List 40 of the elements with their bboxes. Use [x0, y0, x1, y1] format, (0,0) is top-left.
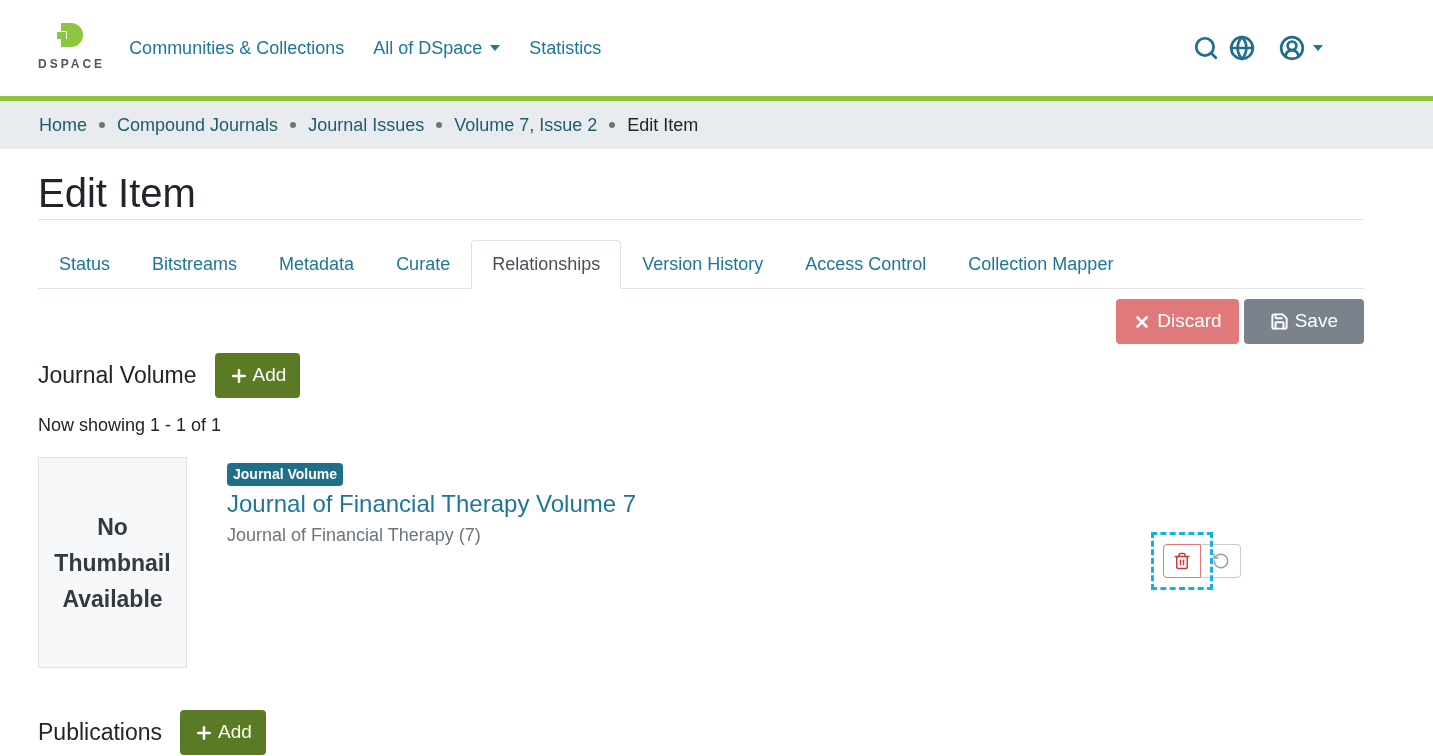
save-button[interactable]: Save — [1243, 299, 1364, 344]
result-count: Now showing 1 - 1 of 1 — [38, 414, 223, 437]
breadcrumb-link[interactable]: Home — [39, 111, 87, 139]
caret-icon — [1313, 45, 1323, 51]
add-button[interactable]: Add — [214, 353, 301, 398]
page-title: Edit Item — [38, 169, 1364, 220]
save-icon — [1269, 312, 1289, 331]
tab[interactable]: Collection Mapper — [947, 240, 1135, 289]
item-subtitle: Journal of Financial Therapy (7) — [227, 524, 481, 547]
breadcrumb-link[interactable]: Volume 7, Issue 2 — [454, 111, 598, 139]
delete-button[interactable] — [1163, 544, 1201, 578]
breadcrumb-link[interactable]: Journal Issues — [308, 111, 425, 139]
nav-link[interactable]: Communities & Collections — [129, 34, 345, 62]
thumbnail-text: No Thumbnail Available — [53, 512, 172, 614]
discard-button[interactable]: Discard — [1116, 299, 1239, 344]
section-heading: Publications — [38, 718, 163, 748]
nav-link[interactable]: Statistics — [529, 34, 602, 62]
tab[interactable]: Status — [38, 240, 132, 289]
breadcrumb-current: Edit Item — [627, 113, 699, 137]
section-heading: Journal Volume — [38, 361, 197, 391]
caret-icon — [490, 45, 501, 51]
tab[interactable]: Version History — [621, 240, 785, 289]
trash-icon — [1173, 552, 1191, 570]
tab[interactable]: Curate — [375, 240, 472, 289]
type-badge: Journal Volume — [227, 463, 343, 486]
user-icon — [1279, 35, 1305, 61]
item-title-link[interactable]: Journal of Financial Therapy Volume 7 — [227, 488, 637, 520]
user-menu-button[interactable] — [1279, 35, 1323, 61]
globe-icon[interactable] — [1229, 35, 1255, 61]
tab[interactable]: Metadata — [258, 240, 376, 289]
breadcrumb-link[interactable]: Compound Journals — [117, 111, 279, 139]
undo-button[interactable] — [1201, 544, 1241, 578]
tab[interactable]: Access Control — [784, 240, 948, 289]
undo-icon — [1211, 552, 1230, 570]
logo-text: DSPACE — [38, 56, 106, 73]
tab[interactable]: Relationships — [471, 240, 622, 289]
add-button[interactable]: Add — [180, 710, 266, 755]
nav-link[interactable]: All of DSpace — [373, 34, 501, 62]
search-icon[interactable] — [1193, 35, 1219, 61]
tab[interactable]: Bitstreams — [131, 240, 259, 289]
